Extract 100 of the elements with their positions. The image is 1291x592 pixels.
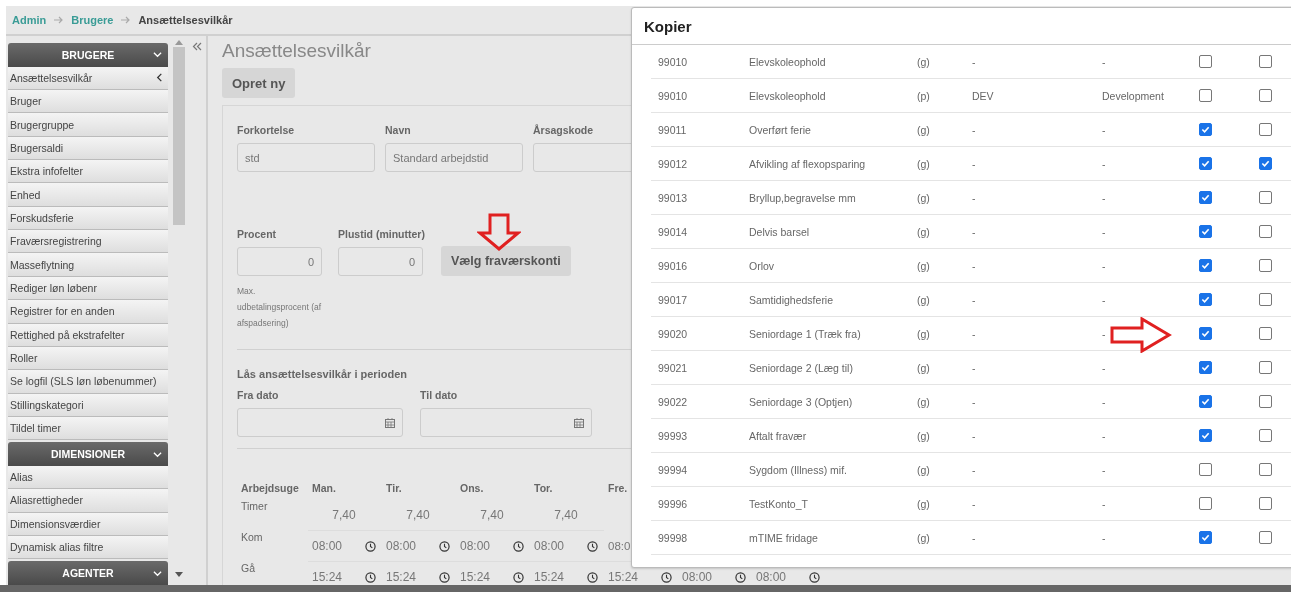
checkbox[interactable] xyxy=(1198,497,1212,510)
menu-item[interactable]: Dimensionsværdier xyxy=(8,512,168,536)
menu-item[interactable]: Fraværsregistrering xyxy=(8,230,168,254)
checkbox[interactable] xyxy=(1198,293,1212,306)
table-cell-text: Elevskoleophold xyxy=(748,89,827,102)
time-field[interactable]: 08:00 xyxy=(382,531,456,562)
menu-item[interactable]: Bruger xyxy=(8,90,168,114)
chevron-icon xyxy=(155,73,164,83)
menu-item[interactable]: Dynamisk alias filtre xyxy=(8,536,168,560)
checkbox[interactable] xyxy=(1198,89,1212,102)
menu-item[interactable]: Ansættelsesvilkår xyxy=(8,66,168,91)
menu-item[interactable]: Roller xyxy=(8,346,168,371)
checkbox[interactable] xyxy=(1258,191,1272,204)
checkbox[interactable] xyxy=(1258,463,1272,476)
menu-item[interactable]: Enhed xyxy=(8,183,168,207)
choose-accounts-button[interactable]: Vælg fraværskonti xyxy=(440,246,571,276)
number-field[interactable]: 0 xyxy=(237,247,322,276)
checkbox[interactable] xyxy=(1258,327,1272,340)
checkbox[interactable] xyxy=(1198,327,1212,340)
menu-item[interactable]: Stillingskategori xyxy=(8,393,168,417)
page-title: Ansættelsesvilkår xyxy=(222,40,371,62)
menu-item[interactable]: Tildel timer xyxy=(8,416,168,441)
scroll-up-icon[interactable] xyxy=(175,40,183,45)
hours-field[interactable]: 7,40 xyxy=(456,500,530,531)
menu-item[interactable]: Forskudsferie xyxy=(8,206,168,231)
column-header: Man. xyxy=(312,481,336,494)
hours-field[interactable]: 7,40 xyxy=(308,500,382,531)
table-cell-text: Elevskoleophold xyxy=(748,55,827,68)
checkbox[interactable] xyxy=(1198,157,1212,170)
checkbox[interactable] xyxy=(1258,55,1272,68)
checkbox[interactable] xyxy=(1198,531,1212,544)
checkbox[interactable] xyxy=(1258,395,1272,408)
column-header: Tir. xyxy=(386,481,402,494)
menu-group-header[interactable]: AGENTER xyxy=(8,561,168,586)
clock-icon xyxy=(513,571,524,583)
menu-item[interactable]: Rettighed på ekstrafelter xyxy=(8,323,168,347)
checkbox[interactable] xyxy=(1258,225,1272,238)
date-field[interactable] xyxy=(420,408,592,437)
table-cell-text: TestKonto_T xyxy=(748,497,809,510)
menu-item[interactable]: Brugersaldi xyxy=(8,136,168,161)
date-field[interactable] xyxy=(237,408,403,437)
text-field[interactable]: std xyxy=(237,143,375,172)
checkbox[interactable] xyxy=(1198,55,1212,68)
time-field[interactable]: 08:00 xyxy=(456,531,530,562)
table-cell-text: 99010 xyxy=(657,55,689,68)
table-cell-text: (g) xyxy=(916,531,931,544)
menu-item[interactable]: Registrer for en anden xyxy=(8,300,168,324)
checkbox[interactable] xyxy=(1198,361,1212,374)
menu-item[interactable]: Aliasrettigheder xyxy=(8,489,168,513)
checkbox[interactable] xyxy=(1198,123,1212,136)
field-label: Navn xyxy=(385,124,412,136)
menu-item[interactable]: Ekstra infofelter xyxy=(8,160,168,184)
table-cell-text: (g) xyxy=(916,361,931,374)
checkbox[interactable] xyxy=(1198,429,1212,442)
hours-field[interactable]: 7,40 xyxy=(530,500,604,531)
checkbox[interactable] xyxy=(1258,293,1272,306)
table-cell-text: Samtidighedsferie xyxy=(748,293,835,306)
checkbox[interactable] xyxy=(1198,395,1212,408)
checkbox[interactable] xyxy=(1258,531,1272,544)
checkbox[interactable] xyxy=(1258,89,1272,102)
annotation-arrow xyxy=(1110,317,1172,353)
menu-item[interactable]: Rediger løn løbenr xyxy=(8,276,168,301)
menu-item[interactable]: Brugergruppe xyxy=(8,113,168,137)
menu-item[interactable]: Alias xyxy=(8,465,168,490)
table-cell-text: (g) xyxy=(916,395,931,408)
table-cell-text: - xyxy=(1101,395,1107,408)
table-cell-text: (g) xyxy=(916,191,931,204)
checkbox[interactable] xyxy=(1258,429,1272,442)
table-cell-text: - xyxy=(971,395,977,408)
scroll-down-icon[interactable] xyxy=(175,572,183,577)
text-field[interactable]: Standard arbejdstid xyxy=(385,143,523,172)
table-cell-text: (g) xyxy=(916,259,931,272)
checkbox[interactable] xyxy=(1198,259,1212,272)
number-field[interactable]: 0 xyxy=(338,247,423,276)
column-header: Ons. xyxy=(460,481,484,494)
checkbox[interactable] xyxy=(1258,259,1272,272)
checkbox[interactable] xyxy=(1258,361,1272,374)
menu-group-header[interactable]: BRUGERE xyxy=(8,43,168,67)
time-field[interactable]: 08:00 xyxy=(308,531,382,562)
table-cell-text: Afvikling af flexopsparing xyxy=(748,157,867,170)
checkbox[interactable] xyxy=(1258,497,1272,510)
table-cell-text: (g) xyxy=(916,429,931,442)
checkbox[interactable] xyxy=(1198,191,1212,204)
table-cell-text: - xyxy=(1101,327,1107,340)
checkbox[interactable] xyxy=(1258,123,1272,136)
menu-group-header[interactable]: DIMENSIONER xyxy=(8,442,168,466)
scrollbar-thumb[interactable] xyxy=(173,47,185,225)
arrow-icon xyxy=(54,16,64,24)
create-button[interactable]: Opret ny xyxy=(222,68,296,98)
table-cell-text: - xyxy=(971,531,977,544)
collapse-icon[interactable] xyxy=(192,42,202,51)
checkbox[interactable] xyxy=(1198,225,1212,238)
hours-field[interactable]: 7,40 xyxy=(382,500,456,531)
menu-item[interactable]: Masseflytning xyxy=(8,253,168,277)
checkbox[interactable] xyxy=(1258,157,1272,170)
menu-item[interactable]: Se logfil (SLS løn løbenummer) xyxy=(8,370,168,394)
clock-icon xyxy=(587,571,598,583)
time-field[interactable]: 08:00 xyxy=(530,531,604,562)
table-cell-text: - xyxy=(1101,293,1107,306)
checkbox[interactable] xyxy=(1198,463,1212,476)
